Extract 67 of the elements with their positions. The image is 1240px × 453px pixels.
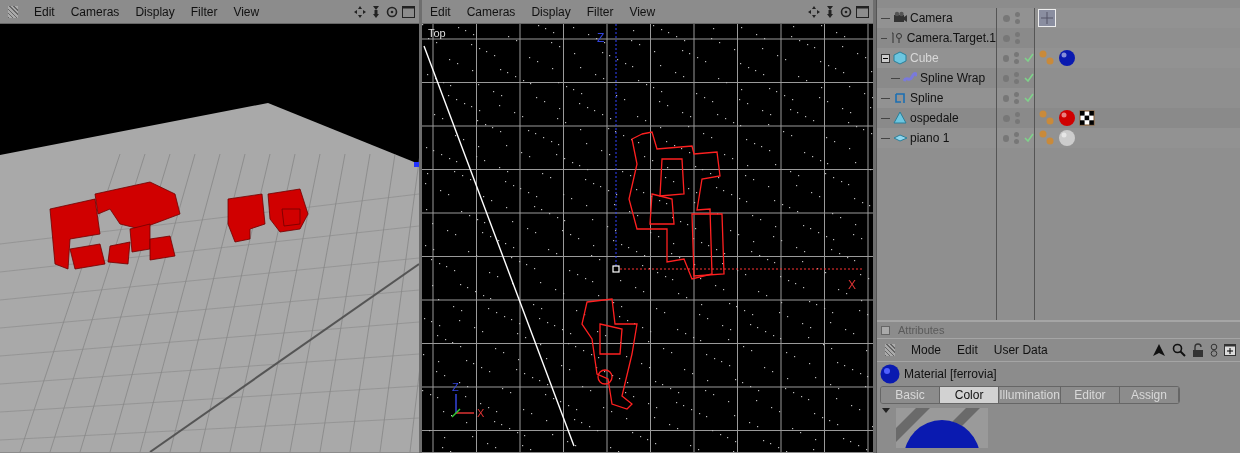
enabled-checkmark-icon[interactable] xyxy=(1024,73,1034,83)
visibility-dots-icon[interactable] xyxy=(1014,52,1019,64)
menu-item[interactable]: View xyxy=(629,2,656,21)
grip-icon[interactable] xyxy=(885,344,895,356)
perspective-viewport-drawing[interactable] xyxy=(0,24,419,452)
menu-item[interactable]: Edit xyxy=(430,2,451,21)
camera-object-icon xyxy=(893,11,907,25)
material-name: Material [ferrovia] xyxy=(904,366,997,383)
enabled-checkmark-icon[interactable] xyxy=(1024,53,1034,63)
cube-object-icon xyxy=(893,51,907,65)
object-name[interactable]: Camera xyxy=(910,9,953,27)
axis-label: Z xyxy=(597,31,605,45)
target-tag-icon[interactable] xyxy=(1038,9,1056,27)
object-name[interactable]: piano 1 xyxy=(910,129,950,147)
visibility-dots-icon[interactable] xyxy=(1014,12,1020,24)
search-icon[interactable] xyxy=(1172,343,1186,357)
menu-item[interactable]: User Data xyxy=(993,341,1048,359)
tree-connector xyxy=(881,97,890,99)
menu-item[interactable]: Filter xyxy=(190,2,218,21)
enabled-checkmark-icon[interactable] xyxy=(1024,133,1034,143)
null-object-icon xyxy=(889,31,904,45)
disclosure-triangle-icon[interactable] xyxy=(882,408,890,414)
menu-item[interactable]: Cameras xyxy=(466,2,516,21)
tree-connector xyxy=(881,137,890,139)
axis-marker-icon xyxy=(414,162,419,167)
maximize-icon[interactable] xyxy=(856,5,869,18)
menu-item[interactable]: Edit xyxy=(957,341,978,359)
menu-item[interactable]: Cameras xyxy=(70,2,120,21)
attribute-tab[interactable]: Color xyxy=(940,387,1000,403)
menu-item[interactable]: Display xyxy=(531,2,571,21)
menu-item[interactable]: Mode xyxy=(911,341,942,359)
top-viewport-drawing[interactable]: Top Z X Z X xyxy=(422,24,873,452)
arrow-up-icon[interactable] xyxy=(1152,343,1166,357)
new-panel-icon[interactable] xyxy=(1224,344,1236,356)
collapse-toggle-icon[interactable] xyxy=(881,53,890,63)
origin-handle xyxy=(612,265,620,273)
panel-toggle[interactable] xyxy=(881,325,890,335)
move-icon[interactable] xyxy=(808,5,820,18)
padlock-icon[interactable] xyxy=(1192,343,1204,357)
object-name[interactable]: Spline xyxy=(910,89,944,107)
move-icon[interactable] xyxy=(354,5,366,18)
menu-item[interactable]: Edit xyxy=(34,2,55,21)
material-sphere-icon[interactable] xyxy=(1058,49,1076,67)
rotate-icon[interactable] xyxy=(840,5,852,18)
rotate-icon[interactable] xyxy=(386,5,398,18)
maximize-icon[interactable] xyxy=(402,5,415,18)
spline-object-icon xyxy=(893,91,907,105)
grip-icon[interactable] xyxy=(8,5,18,18)
axis-label: X xyxy=(477,407,485,419)
menu-item[interactable]: Display xyxy=(135,2,175,21)
axis-label: X xyxy=(848,278,856,292)
tree-connector xyxy=(881,117,890,119)
polygon-object-icon xyxy=(893,111,907,125)
menu-item[interactable]: View xyxy=(233,2,260,21)
checker-texture-icon[interactable] xyxy=(1078,109,1096,127)
enabled-checkmark-icon[interactable] xyxy=(1024,93,1034,103)
tree-connector xyxy=(881,37,887,39)
tree-connector xyxy=(881,17,890,19)
visibility-dots-icon[interactable] xyxy=(1014,132,1019,144)
menu-item[interactable]: Filter xyxy=(586,2,614,21)
visibility-dots-icon[interactable] xyxy=(1014,92,1019,104)
axis-gizmo-icon xyxy=(451,393,475,418)
material-sphere-icon xyxy=(880,364,900,384)
tree-connector xyxy=(891,77,900,79)
link-icon[interactable] xyxy=(1210,343,1218,357)
axis-label: Z xyxy=(452,381,459,393)
view-name-label: Top xyxy=(428,27,446,39)
